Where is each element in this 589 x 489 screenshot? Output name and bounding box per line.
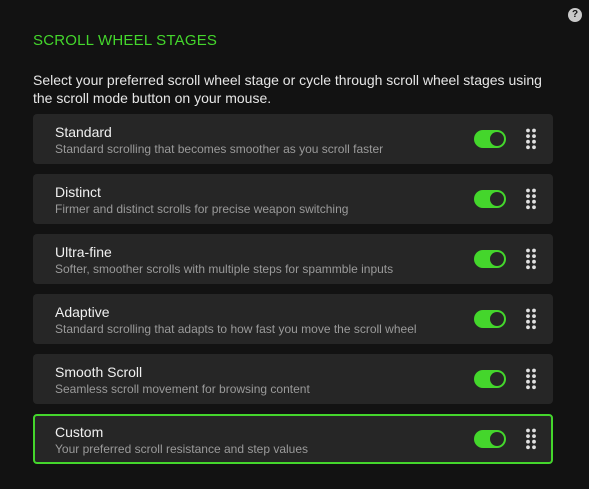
grip-dot [526, 259, 530, 264]
stage-description: Standard scrolling that becomes smoother… [55, 142, 384, 156]
grip-dot [526, 439, 530, 444]
scroll-wheel-stages-panel: ? SCROLL WHEEL STAGES Select your prefer… [0, 0, 589, 489]
grip-dot [532, 385, 536, 390]
grip-dot [532, 374, 536, 378]
stage-description: Firmer and distinct scrolls for precise … [55, 202, 349, 216]
grip-dot [526, 374, 530, 378]
grip-dot [532, 308, 536, 313]
grip-dot [526, 428, 530, 433]
stage-card-ultra-fine[interactable]: Ultra-fine Softer, smoother scrolls with… [33, 234, 553, 284]
stage-toggle[interactable] [474, 430, 506, 448]
grip-dot [526, 434, 530, 438]
stage-toggle[interactable] [474, 250, 506, 268]
grip-dot [532, 445, 536, 450]
grip-dot [526, 265, 530, 270]
drag-handle-icon[interactable] [526, 188, 536, 210]
drag-handle-icon[interactable] [526, 428, 536, 450]
grip-dot [532, 265, 536, 270]
grip-dot [526, 325, 530, 330]
grip-dot [526, 308, 530, 313]
toggle-knob [490, 132, 504, 146]
grip-dots [526, 188, 536, 210]
grip-dot [526, 319, 530, 324]
grip-dot [526, 385, 530, 390]
drag-handle-icon[interactable] [526, 308, 536, 330]
stage-card-distinct[interactable]: Distinct Firmer and distinct scrolls for… [33, 174, 553, 224]
grip-dot [526, 368, 530, 373]
grip-dots [526, 248, 536, 270]
stage-card-standard[interactable]: Standard Standard scrolling that becomes… [33, 114, 553, 164]
grip-dot [526, 145, 530, 150]
grip-dot [526, 314, 530, 318]
toggle-knob [490, 372, 504, 386]
grip-dots [526, 308, 536, 330]
page-description: Select your preferred scroll wheel stage… [33, 72, 542, 106]
stage-card-smooth-scroll[interactable]: Smooth Scroll Seamless scroll movement f… [33, 354, 553, 404]
stage-name: Custom [55, 424, 104, 440]
grip-dots [526, 128, 536, 150]
grip-dot [526, 445, 530, 450]
grip-dot [532, 439, 536, 444]
grip-dot [532, 199, 536, 204]
grip-dot [532, 205, 536, 210]
stage-name: Smooth Scroll [55, 364, 143, 380]
page-title: SCROLL WHEEL STAGES [33, 32, 218, 49]
help-icon[interactable]: ? [568, 8, 582, 22]
stage-description: Seamless scroll movement for browsing co… [55, 382, 310, 396]
stage-name: Adaptive [55, 304, 110, 320]
stage-card-custom[interactable]: Custom Your preferred scroll resistance … [33, 414, 553, 464]
grip-dot [532, 194, 536, 198]
grip-dot [526, 254, 530, 258]
grip-dot [532, 254, 536, 258]
stage-toggle[interactable] [474, 130, 506, 148]
drag-handle-icon[interactable] [526, 248, 536, 270]
grip-dot [526, 139, 530, 144]
stage-toggle[interactable] [474, 310, 506, 328]
grip-dot [526, 128, 530, 133]
grip-dot [532, 188, 536, 193]
grip-dot [526, 134, 530, 138]
grip-dot [532, 128, 536, 133]
grip-dots [526, 428, 536, 450]
grip-dot [532, 368, 536, 373]
grip-dot [526, 199, 530, 204]
stage-description: Softer, smoother scrolls with multiple s… [55, 262, 394, 276]
stage-name: Distinct [55, 184, 101, 200]
grip-dot [532, 248, 536, 253]
drag-handle-icon[interactable] [526, 128, 536, 150]
stage-description: Your preferred scroll resistance and ste… [55, 442, 309, 456]
stage-name: Ultra-fine [55, 244, 112, 260]
grip-dot [532, 314, 536, 318]
stage-toggle[interactable] [474, 370, 506, 388]
grip-dot [526, 194, 530, 198]
grip-dot [526, 205, 530, 210]
grip-dot [532, 139, 536, 144]
drag-handle-icon[interactable] [526, 368, 536, 390]
grip-dot [526, 379, 530, 384]
grip-dot [526, 248, 530, 253]
grip-dot [526, 188, 530, 193]
grip-dot [532, 319, 536, 324]
grip-dot [532, 325, 536, 330]
toggle-knob [490, 312, 504, 326]
grip-dots [526, 368, 536, 390]
stage-description: Standard scrolling that adapts to how fa… [55, 322, 417, 336]
toggle-knob [490, 432, 504, 446]
grip-dot [532, 428, 536, 433]
toggle-knob [490, 192, 504, 206]
stage-list: Standard Standard scrolling that becomes… [33, 114, 553, 474]
grip-dot [532, 259, 536, 264]
toggle-knob [490, 252, 504, 266]
grip-dot [532, 379, 536, 384]
grip-dot [532, 145, 536, 150]
stage-toggle[interactable] [474, 190, 506, 208]
stage-name: Standard [55, 124, 112, 140]
grip-dot [532, 134, 536, 138]
stage-card-adaptive[interactable]: Adaptive Standard scrolling that adapts … [33, 294, 553, 344]
grip-dot [532, 434, 536, 438]
